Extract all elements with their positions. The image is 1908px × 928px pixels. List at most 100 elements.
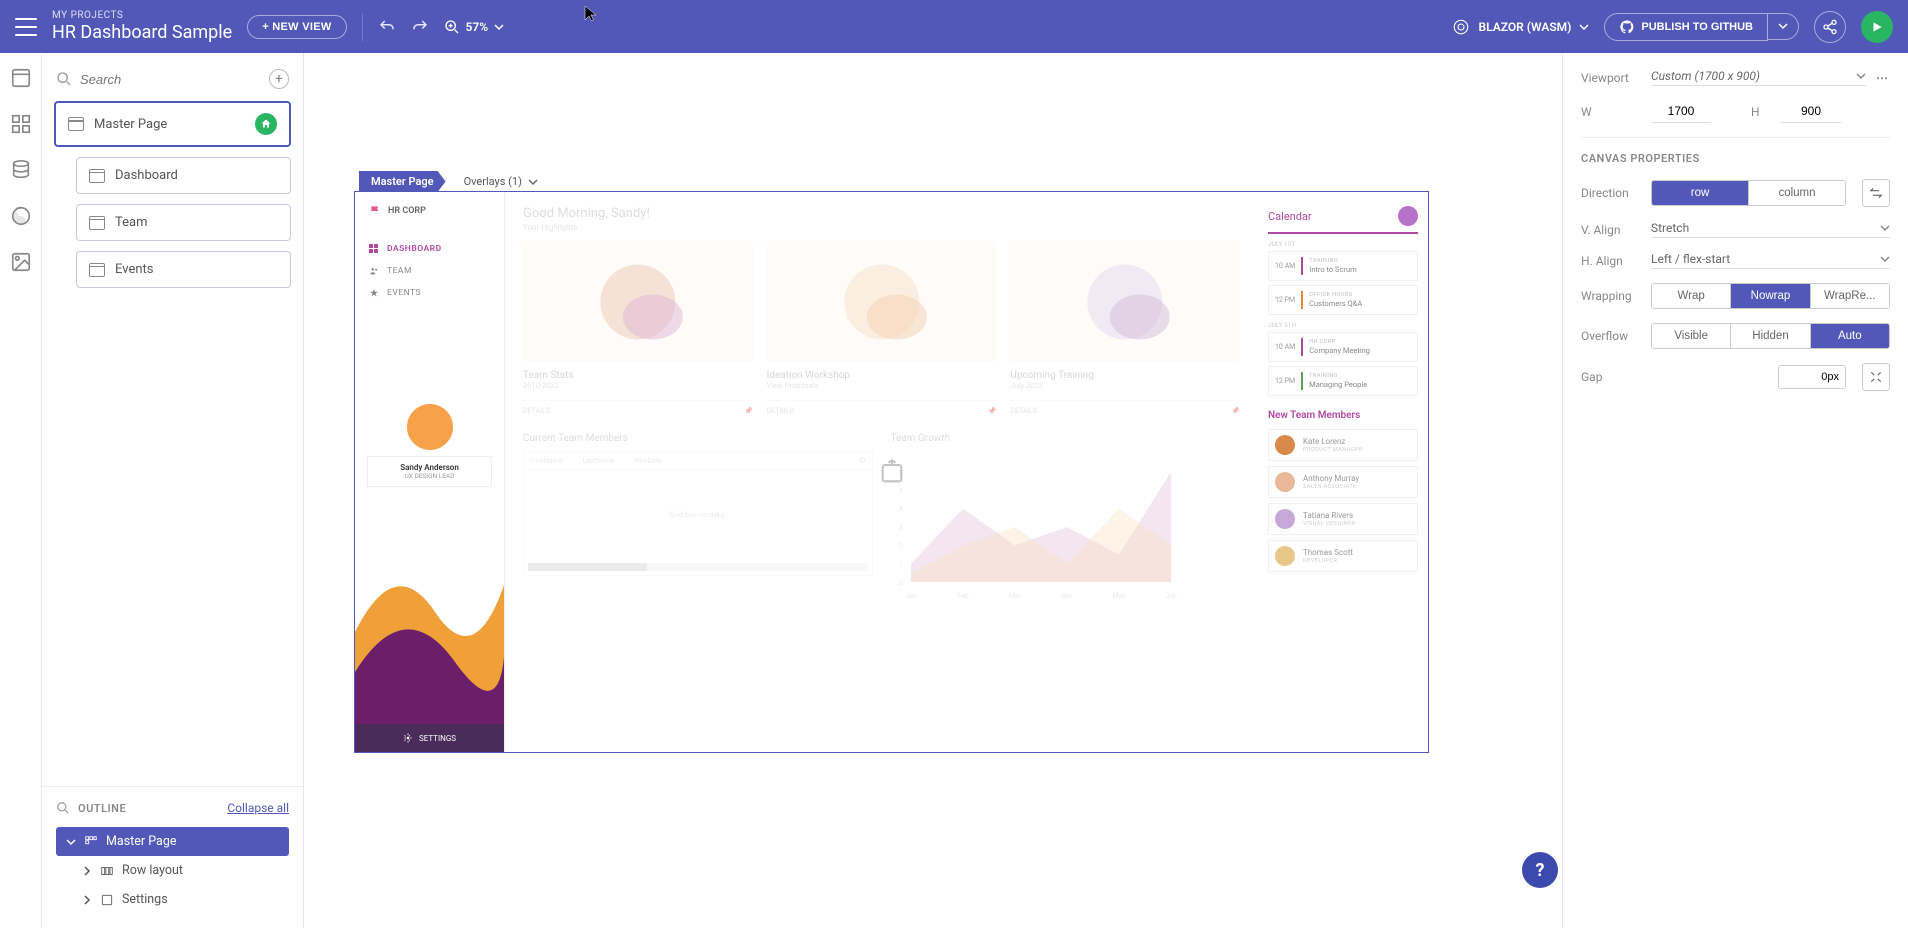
- preview-button[interactable]: [1861, 11, 1893, 43]
- add-page-button[interactable]: +: [269, 69, 289, 89]
- mock-event: 12 PM OFFICE HOURSCustomers Q&A: [1268, 285, 1418, 315]
- undo-button[interactable]: [378, 18, 396, 36]
- gap-input[interactable]: [1778, 365, 1846, 389]
- viewport-label: Viewport: [1581, 71, 1641, 85]
- svg-text:Jan: Jan: [905, 592, 917, 600]
- wraprev-button[interactable]: WrapRe...: [1811, 284, 1889, 308]
- gap-label: Gap: [1581, 370, 1641, 384]
- svg-text:Mar: Mar: [1008, 592, 1021, 600]
- menu-icon[interactable]: [15, 18, 37, 36]
- mock-card: Upcoming Training July 2022 DETAILS📌: [1010, 242, 1240, 415]
- bell-icon: [1398, 206, 1418, 226]
- height-input[interactable]: [1781, 100, 1841, 123]
- zoom-control[interactable]: 57%: [444, 19, 505, 35]
- svg-text:Apr: Apr: [1061, 592, 1072, 600]
- chevron-right-icon: [82, 866, 92, 876]
- tree-label: Settings: [122, 892, 168, 907]
- search-input[interactable]: [80, 72, 261, 87]
- page-icon: [89, 263, 105, 277]
- gap-expand-button[interactable]: [1862, 363, 1890, 391]
- tree-settings[interactable]: Settings: [56, 885, 289, 914]
- mock-member: Thomas ScottDEVELOPER: [1268, 540, 1418, 572]
- properties-panel: Viewport Custom (1700 x 900) ⋯ W H CANVA…: [1562, 53, 1908, 928]
- page-label: Team: [115, 215, 148, 230]
- assets-icon[interactable]: [10, 251, 32, 273]
- svg-text:4: 4: [899, 506, 903, 514]
- chevron-down-icon: [1856, 71, 1866, 81]
- tree-master[interactable]: Master Page: [56, 827, 289, 856]
- column-button[interactable]: column: [1749, 181, 1845, 205]
- views-icon[interactable]: [10, 67, 32, 89]
- swap-button[interactable]: [1862, 179, 1890, 207]
- new-view-button[interactable]: + NEW VIEW: [247, 15, 346, 39]
- publish-dropdown[interactable]: [1768, 13, 1799, 40]
- mock-sidebar: HR CORP DASHBOARD TEAM EVENTS Sa: [355, 192, 505, 752]
- collapse-all[interactable]: Collapse all: [227, 801, 289, 815]
- canvas-frame[interactable]: HR CORP DASHBOARD TEAM EVENTS Sa: [354, 191, 1429, 753]
- project-name: HR Dashboard Sample: [52, 22, 232, 44]
- theme-icon[interactable]: [10, 205, 32, 227]
- framework-selector[interactable]: BLAZOR (WASM): [1452, 18, 1589, 36]
- mock-event: 12 PM TRAININGManaging People: [1268, 366, 1418, 396]
- zoom-value: 57%: [466, 20, 489, 34]
- mock-nav-events: EVENTS: [355, 282, 504, 304]
- svg-text:0: 0: [899, 579, 903, 587]
- grid-icon: [84, 835, 98, 849]
- page-events[interactable]: Events: [76, 251, 291, 288]
- topbar: MY PROJECTS HR Dashboard Sample + NEW VI…: [0, 0, 1908, 53]
- page-dashboard[interactable]: Dashboard: [76, 157, 291, 194]
- tree-label: Row layout: [122, 863, 183, 878]
- components-icon[interactable]: [10, 113, 32, 135]
- tree-row-layout[interactable]: Row layout: [56, 856, 289, 885]
- mock-event: 10 AM HR CORPCompany Meeting: [1268, 332, 1418, 362]
- svg-text:5: 5: [899, 487, 903, 495]
- chevron-down-icon: [66, 837, 76, 847]
- breadcrumb[interactable]: MY PROJECTS: [52, 10, 232, 22]
- mock-card: Team Stats 2010-2022 DETAILS📌: [523, 242, 753, 415]
- hidden-button[interactable]: Hidden: [1731, 324, 1810, 348]
- mock-user-card: Sandy Anderson UX DESIGN LEAD: [367, 456, 492, 487]
- chevron-down-icon: [528, 177, 538, 187]
- page-master[interactable]: Master Page: [54, 101, 291, 147]
- h-label: H: [1751, 105, 1771, 119]
- width-input[interactable]: [1651, 100, 1711, 123]
- row-button[interactable]: row: [1652, 181, 1749, 205]
- search-icon: [56, 71, 72, 87]
- nowrap-button[interactable]: Nowrap: [1731, 284, 1810, 308]
- visible-button[interactable]: Visible: [1652, 324, 1731, 348]
- gear-icon: [403, 733, 413, 743]
- mock-nav-dashboard: DASHBOARD: [355, 238, 504, 260]
- mock-settings: SETTINGS: [355, 724, 504, 752]
- publish-label: PUBLISH TO GITHUB: [1641, 21, 1753, 33]
- canvas-tab-overlays[interactable]: Overlays (1): [446, 171, 550, 192]
- framework-value: BLAZOR (WASM): [1478, 20, 1571, 34]
- flag-icon: [369, 204, 383, 218]
- help-button[interactable]: ?: [1522, 852, 1558, 888]
- outline-label: OUTLINE: [78, 802, 126, 815]
- page-label: Events: [115, 262, 153, 277]
- chevron-down-icon: [1880, 223, 1890, 233]
- data-icon[interactable]: [10, 159, 32, 181]
- valign-select[interactable]: Stretch: [1651, 221, 1890, 238]
- divider: [362, 13, 363, 41]
- w-label: W: [1581, 105, 1641, 119]
- canvas[interactable]: Master Page Overlays (1) HR CORP DASHBOA…: [304, 53, 1562, 928]
- share-button[interactable]: [1814, 11, 1846, 43]
- canvas-tab-master[interactable]: Master Page: [359, 171, 446, 192]
- svg-text:Feb: Feb: [957, 592, 969, 600]
- page-icon: [68, 117, 84, 131]
- canvas-tabs: Master Page Overlays (1): [359, 171, 550, 192]
- wrap-button[interactable]: Wrap: [1652, 284, 1731, 308]
- publish-button[interactable]: PUBLISH TO GITHUB: [1604, 13, 1768, 41]
- auto-button[interactable]: Auto: [1811, 324, 1889, 348]
- viewport-select[interactable]: Custom (1700 x 900): [1651, 69, 1866, 86]
- canvas-props-title: CANVAS PROPERTIES: [1581, 152, 1890, 165]
- redo-button[interactable]: [411, 18, 429, 36]
- more-icon[interactable]: ⋯: [1876, 71, 1890, 85]
- svg-text:1: 1: [899, 561, 903, 569]
- direction-label: Direction: [1581, 186, 1641, 200]
- halign-label: H. Align: [1581, 254, 1641, 268]
- wrapping-label: Wrapping: [1581, 289, 1641, 303]
- page-team[interactable]: Team: [76, 204, 291, 241]
- halign-select[interactable]: Left / flex-start: [1651, 252, 1890, 269]
